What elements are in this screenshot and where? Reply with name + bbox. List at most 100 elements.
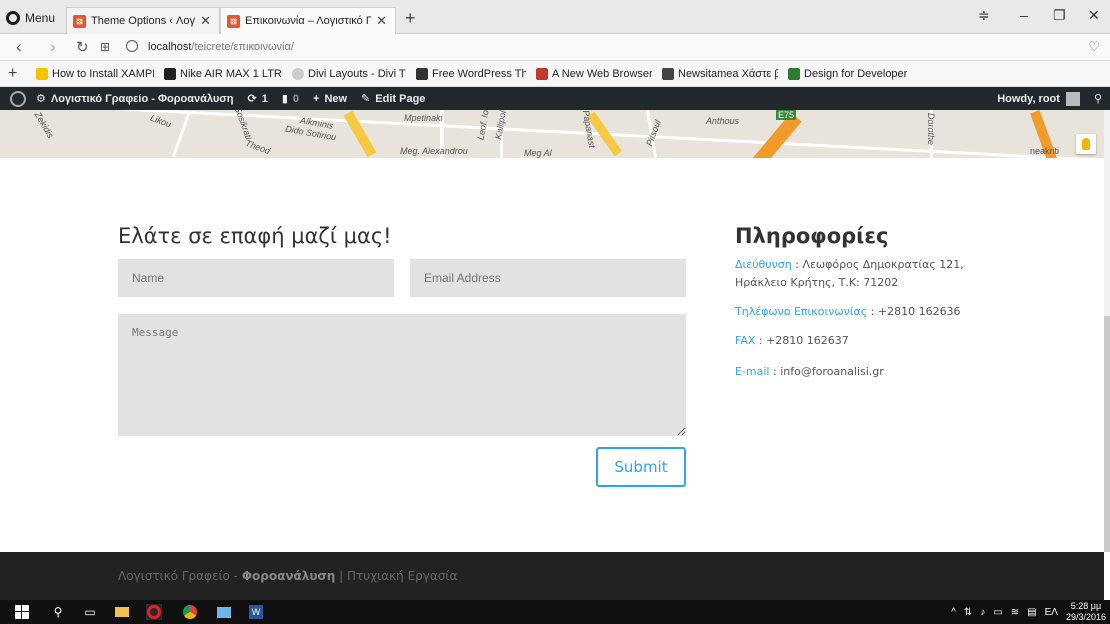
scrollbar-thumb[interactable] [1104,316,1110,552]
map-label: Theod [244,137,272,157]
map-label: Likou [148,112,173,130]
bookmark-item[interactable]: Design for Developer [788,67,908,80]
bookmark-item[interactable]: A New Web Browser [536,67,652,80]
fax-value: +2810 162637 [766,334,849,347]
task-view-icon[interactable]: ▭ [82,604,98,620]
word-icon[interactable]: W [248,604,264,620]
bookmark-item[interactable]: Free WordPress Them [416,67,526,80]
forward-icon[interactable]: › [50,37,56,57]
windows-taskbar: ⚲ ▭ W ^ ⇅ ♪ ▭ ≋ ▤ ΕΛ 5:28 μμ 29/3/2016 [0,600,1110,624]
tab-theme-options[interactable]: ⊠ Theme Options ‹ Λογιστικ ✕ [66,7,220,34]
comments-icon: ▮ [281,93,288,105]
globe-icon [126,40,138,52]
opera-menu-button[interactable]: Menu [6,9,55,27]
admin-site-name[interactable]: ⚙ Λογιστικό Γραφείο - Φοροανάλυση [36,92,234,106]
speed-dial-icon[interactable]: ⊞ [100,40,110,54]
site-name-label: Λογιστικό Γραφείο - Φοροανάλυση [50,92,234,105]
new-tab-icon[interactable]: + [405,8,416,29]
tab-contact[interactable]: ⊠ Επικοινωνία – Λογιστικό Γ ✕ [220,7,396,34]
network-icon[interactable]: ⇅ [964,607,972,618]
message-textarea[interactable] [118,314,686,436]
heart-icon[interactable]: ♡ [1088,39,1100,55]
clock[interactable]: 5:28 μμ 29/3/2016 [1066,601,1106,623]
info-phone: Τηλέφωνο Επικοινωνίας : +2810 162636 [735,305,961,318]
url-field[interactable]: localhost/teicrete/επικοινωνία/ [148,41,294,53]
email-value: info@foroanalisi.gr [780,365,884,378]
admin-new[interactable]: + New [313,93,347,105]
volume-icon[interactable]: ♪ [980,607,985,618]
admin-comments[interactable]: ▮ 0 [281,92,300,106]
window-close-icon[interactable]: ✕ [1088,7,1100,24]
bookmarks-bar: + How to Install XAMPP Nike AIR MAX 1 LT… [0,61,1110,87]
bookmark-label: Nike AIR MAX 1 LTR F [180,67,282,80]
bookmark-item[interactable]: How to Install XAMPP [36,67,154,80]
map-label: Zekidis [32,110,56,140]
map-label: Pitsoul [644,118,663,148]
close-icon[interactable]: ✕ [200,13,211,29]
wifi-icon[interactable]: ≋ [1011,607,1019,618]
back-icon[interactable]: ‹ [16,37,22,57]
info-address: Διεύθυνση : Λεωφόρος Δημοκρατίας 121, Ηρ… [735,258,964,289]
opera-browser-icon[interactable] [146,604,162,620]
restore-icon[interactable]: ❐ [1053,7,1066,24]
admin-updates[interactable]: ⟳ 1 [247,92,267,106]
windows-start-icon[interactable] [14,604,30,620]
bookmark-label: How to Install XAMPP [52,67,154,80]
easy-setup-icon[interactable]: ≑ [978,7,990,24]
howdy-user[interactable]: Howdy, root [997,93,1060,105]
language-indicator[interactable]: ΕΛ [1045,607,1058,618]
search-icon[interactable]: ⚲ [1094,92,1102,105]
tab-title: Επικοινωνία – Λογιστικό Γ [245,15,372,27]
add-bookmark-icon[interactable]: + [8,65,24,83]
comments-count: 0 [292,92,300,105]
bookmark-favicon-icon [36,67,48,80]
tab-title: Theme Options ‹ Λογιστικ [91,15,195,27]
street-view-pegman-icon[interactable] [1076,134,1096,154]
minimize-icon[interactable]: – [1020,7,1028,23]
bookmark-favicon-icon [662,67,674,80]
highway-shield: E75 [776,110,797,120]
reload-icon[interactable]: ↻ [76,38,89,56]
file-explorer-icon[interactable] [114,604,130,620]
browser-tabstrip: Menu ⊠ Theme Options ‹ Λογιστικ ✕ ⊠ Επικ… [0,0,1110,34]
search-icon[interactable]: ⚲ [50,604,66,620]
battery-icon[interactable]: ▭ [993,607,1002,618]
name-input[interactable] [118,259,394,297]
bookmark-label: Free WordPress Them [432,67,526,80]
contact-form-title: Ελάτε σε επαφή μαζί μας! [118,224,392,248]
map-label: Meg Al [524,148,552,158]
system-tray: ^ ⇅ ♪ ▭ ≋ ▤ ΕΛ 5:28 μμ 29/3/2016 [951,600,1106,624]
wordpress-logo-icon[interactable] [10,90,26,107]
site-favicon-icon: ⊠ [73,14,86,28]
wp-admin-bar: ⚙ Λογιστικό Γραφείο - Φοροανάλυση ⟳ 1 ▮ … [0,87,1110,110]
edit-page-label: Edit Page [375,92,426,105]
pencil-icon: ✎ [361,93,371,105]
main-content: Ελάτε σε επαφή μαζί μας! Submit Πληροφορ… [0,158,1104,552]
bookmark-favicon-icon [788,67,800,80]
bookmark-label: Design for Developer [804,67,908,80]
submit-button[interactable]: Submit [596,447,686,487]
action-center-icon[interactable]: ▤ [1027,607,1036,618]
close-icon[interactable]: ✕ [376,13,387,29]
bookmark-item[interactable]: Nike AIR MAX 1 LTR F [164,67,282,80]
store-icon[interactable] [216,604,232,620]
chevron-up-icon[interactable]: ^ [951,607,956,618]
chrome-icon[interactable] [182,604,198,620]
bookmark-item[interactable]: Newsitamea Χάστε β [662,67,778,80]
bookmark-label: A New Web Browser [552,67,652,80]
address-label: Διεύθυνση [735,258,792,271]
map-label: Dorothe [926,112,937,146]
bookmark-label: Newsitamea Χάστε β [678,67,778,80]
email-input[interactable] [410,259,686,297]
admin-edit-page[interactable]: ✎ Edit Page [361,92,426,106]
bookmark-favicon-icon [164,67,176,80]
avatar[interactable] [1065,91,1080,106]
phone-label: Τηλέφωνο Επικοινωνίας [735,305,868,318]
google-map[interactable]: Zekidis Likou Sosikrati Alkminis Dido So… [0,110,1104,158]
new-label: New [324,92,348,105]
map-label: Anthous [706,116,740,126]
phone-value: +2810 162636 [877,305,961,318]
bookmark-item[interactable]: Divi Layouts - Divi Th [292,67,406,80]
url-host: localhost [148,41,192,53]
footer-prefix: Λογιστικό Γραφείο - [118,569,242,583]
